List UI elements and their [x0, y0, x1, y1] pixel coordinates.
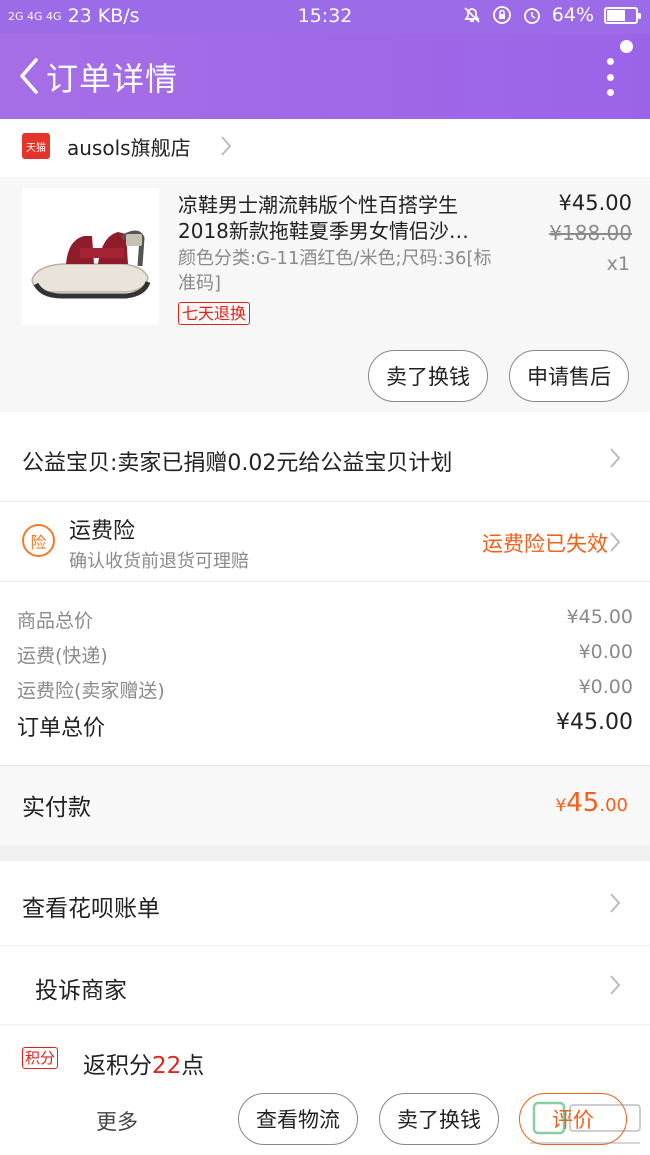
view-logistics-button[interactable]: 查看物流 — [238, 1093, 358, 1145]
summary-label: 商品总价 — [17, 610, 94, 632]
huabei-bill-label: 查看花呗账单 — [22, 896, 160, 922]
battery-icon — [604, 6, 641, 24]
huabei-bill-row[interactable]: 查看花呗账单 — [0, 861, 650, 946]
back-arrow-icon[interactable] — [14, 56, 44, 96]
summary-line: 商品总价 ¥45.00 — [17, 606, 633, 633]
original-price: ¥188.00 — [549, 221, 632, 245]
chevron-right-icon — [610, 893, 621, 913]
order-total-line: 订单总价 ¥45.00 — [17, 710, 633, 742]
points-badge: 积分 — [22, 1047, 59, 1069]
paid-amount: ¥45.00 — [555, 788, 628, 818]
battery-fill — [607, 9, 625, 21]
chevron-right-icon — [610, 448, 621, 468]
resell-button[interactable]: 卖了换钱 — [368, 350, 488, 402]
status-right: 64% — [462, 4, 641, 26]
notification-dot — [620, 40, 633, 53]
mute-icon — [464, 7, 480, 23]
chevron-right-icon — [610, 975, 621, 995]
summary-value: ¥45.00 — [566, 606, 633, 628]
shop-name[interactable]: ausols旗舰店 — [67, 132, 191, 161]
nav-bar: 订单详情 — [0, 34, 650, 119]
lock-rotation-icon — [492, 6, 511, 24]
paid-row: 实付款 ¥45.00 — [0, 766, 650, 845]
summary-value: ¥0.00 — [578, 676, 633, 698]
points-suffix: 点 — [181, 1053, 205, 1079]
insurance-subtitle: 确认收货前退货可理赔 — [69, 551, 249, 572]
product-title[interactable]: 凉鞋男士潮流韩版个性百搭学生2018新款拖鞋夏季男女情侣沙… — [178, 192, 503, 244]
chevron-right-icon — [221, 136, 232, 156]
after-sales-button[interactable]: 申请售后 — [509, 350, 629, 402]
price-summary: 商品总价 ¥45.00 运费(快递) ¥0.00 运费险(卖家赠送) ¥0.00… — [0, 582, 650, 766]
alarm-icon — [523, 8, 540, 24]
complain-seller-row[interactable]: 投诉商家 — [0, 946, 650, 1025]
product-card[interactable]: 凉鞋男士潮流韩版个性百搭学生2018新款拖鞋夏季男女情侣沙… 颜色分类:G-11… — [0, 180, 650, 412]
watermark-logo — [530, 1101, 641, 1144]
summary-value: ¥0.00 — [578, 641, 633, 663]
order-total-label: 订单总价 — [17, 716, 106, 741]
section-divider — [0, 845, 650, 861]
product-quantity: x1 — [606, 253, 630, 275]
points-prefix: 返积分 — [83, 1053, 152, 1079]
sandal-icon — [31, 230, 151, 299]
more-button[interactable]: 更多 — [96, 1106, 138, 1136]
paid-label: 实付款 — [22, 795, 91, 821]
page-title: 订单详情 — [46, 60, 179, 98]
shop-row[interactable]: 天猫 ausols旗舰店 — [0, 119, 650, 179]
insurance-icon: 险 — [22, 524, 55, 557]
summary-label: 运费(快递) — [17, 645, 108, 667]
summary-line: 运费(快递) ¥0.00 — [17, 641, 633, 668]
summary-label: 运费险(卖家赠送) — [17, 680, 165, 702]
return-policy-badge: 七天退换 — [178, 302, 251, 325]
product-price: ¥45.00 — [558, 191, 632, 215]
points-value: 22 — [152, 1053, 182, 1079]
points-row: 积分 返积分22点 — [0, 1025, 650, 1085]
product-image[interactable] — [22, 188, 159, 325]
resell-button-bottom[interactable]: 卖了换钱 — [379, 1093, 499, 1145]
order-total-value: ¥45.00 — [556, 710, 633, 735]
paid-decimal: .00 — [599, 795, 628, 816]
insurance-row[interactable]: 险 运费险 确认收货前退货可理赔 运费险已失效 — [0, 502, 650, 582]
product-spec: 颜色分类:G-11酒红色/米色;尺码:36[标准码] — [178, 248, 492, 294]
charity-text: 公益宝贝:卖家已捐赠0.02元给公益宝贝计划 — [22, 451, 453, 476]
status-bar: 2G 4G 4G 23 KB/s 15:32 64% — [0, 0, 650, 34]
insurance-status: 运费险已失效 — [482, 532, 608, 556]
more-menu-icon[interactable] — [606, 58, 614, 96]
chevron-right-icon — [610, 532, 621, 552]
insurance-title: 运费险 — [69, 519, 136, 544]
points-text: 返积分22点 — [83, 1046, 204, 1080]
paid-currency: ¥ — [555, 796, 567, 816]
summary-line: 运费险(卖家赠送) ¥0.00 — [17, 676, 633, 703]
charity-row[interactable]: 公益宝贝:卖家已捐赠0.02元给公益宝贝计划 — [0, 412, 650, 502]
complain-seller-label: 投诉商家 — [35, 978, 127, 1004]
tmall-icon: 天猫 — [22, 133, 50, 159]
paid-integer: 45 — [566, 788, 600, 818]
battery-percent: 64% — [551, 4, 594, 26]
